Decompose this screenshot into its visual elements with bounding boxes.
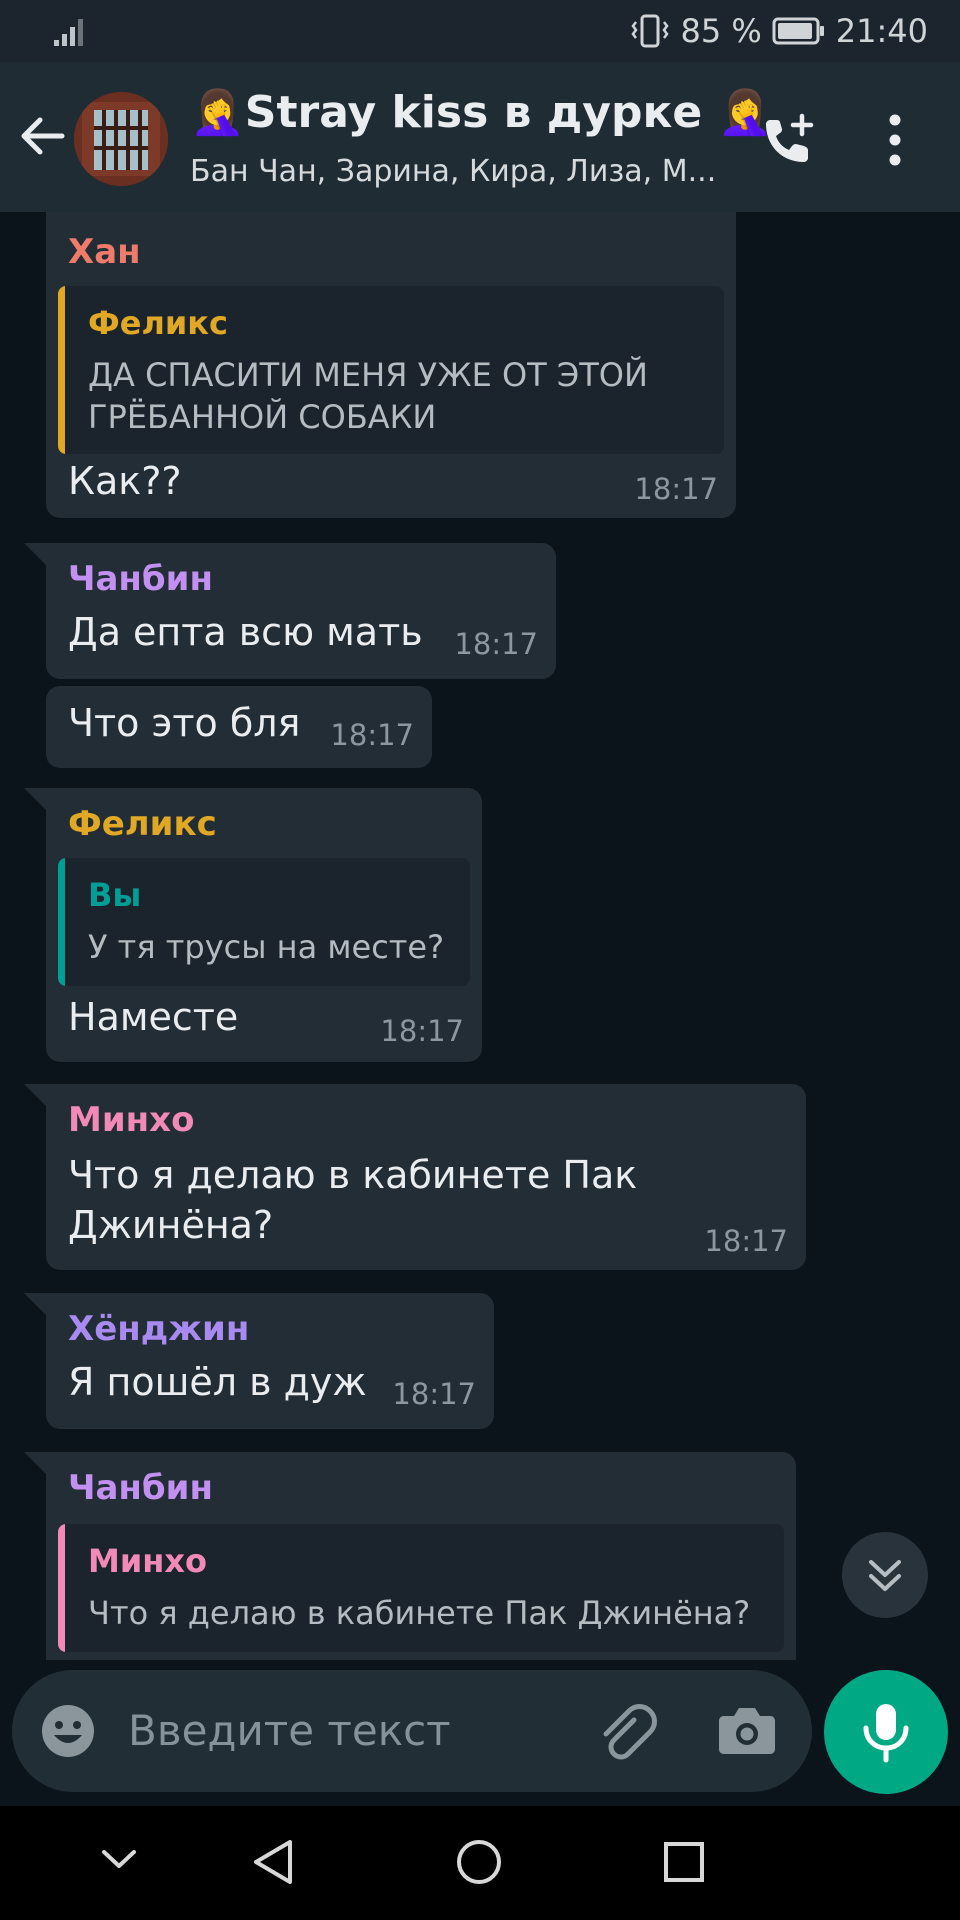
message-time: 18:17	[380, 1014, 464, 1048]
message-bubble[interactable]: Что это бля 18:17	[46, 686, 432, 768]
emoji-icon[interactable]	[40, 1703, 96, 1759]
quote-text-line: У тя трусы на месте?	[88, 928, 445, 966]
message-time: 18:17	[454, 627, 538, 661]
attach-icon[interactable]	[596, 1700, 660, 1764]
nav-recents-icon[interactable]	[662, 1840, 706, 1884]
quote-text-line: ДА СПАСИТИ МЕНЯ УЖЕ ОТ ЭТОЙ	[88, 356, 648, 394]
quote-bar	[58, 1524, 65, 1652]
battery-percent: 85 %	[680, 12, 762, 50]
quote-text-line: ГРЁБАННОЙ СОБАКИ	[88, 398, 437, 436]
quoted-message[interactable]: Феликс ДА СПАСИТИ МЕНЯ УЖЕ ОТ ЭТОЙ ГРЁБА…	[58, 286, 724, 454]
chat-header[interactable]: 🤦‍♀️Stray kiss в дурке 🤦‍♀️ Бан Чан, Зар…	[0, 62, 960, 212]
message-time: 18:17	[392, 1377, 476, 1411]
clock: 21:40	[835, 12, 928, 50]
message-text: Я пошёл в дуж	[68, 1360, 367, 1404]
sender-name: Чанбин	[68, 1468, 213, 1508]
scroll-to-bottom-button[interactable]	[842, 1532, 928, 1618]
sender-name: Феликс	[68, 804, 217, 844]
double-chevron-down-icon	[869, 1560, 901, 1591]
nav-down-icon[interactable]	[100, 1846, 138, 1874]
system-nav-bar	[0, 1806, 960, 1920]
message-bubble[interactable]: Чанбин Да епта всю мать 18:17	[24, 543, 556, 679]
quote-bar	[58, 858, 65, 986]
vibrate-icon	[631, 14, 670, 48]
message-text-line: Джинёна?	[68, 1203, 274, 1247]
group-avatar[interactable]	[74, 92, 168, 186]
voice-record-button[interactable]	[824, 1670, 948, 1794]
message-text: Наместе	[68, 995, 239, 1039]
message-input[interactable]: Введите текст	[128, 1706, 451, 1755]
nav-home-icon[interactable]	[455, 1838, 503, 1886]
message-list[interactable]: Хан Феликс ДА СПАСИТИ МЕНЯ УЖЕ ОТ ЭТОЙ Г…	[0, 212, 960, 1660]
message-text-line: Что я делаю в кабинете Пак	[68, 1153, 638, 1197]
message-bubble[interactable]: Чанбин Минхо Что я делаю в кабинете Пак …	[24, 1452, 796, 1660]
message-bubble[interactable]: Хан Феликс ДА СПАСИТИ МЕНЯ УЖЕ ОТ ЭТОЙ Г…	[46, 212, 736, 518]
message-time: 18:17	[330, 718, 414, 752]
status-bar: 85 % 21:40	[0, 0, 960, 62]
message-bubble[interactable]: Феликс Вы У тя трусы на месте? Наместе 1…	[24, 788, 482, 1062]
camera-icon[interactable]	[718, 1704, 776, 1756]
message-text: Да епта всю мать	[68, 610, 423, 654]
mic-icon	[863, 1704, 909, 1763]
add-call-icon[interactable]	[760, 112, 816, 168]
quoted-message[interactable]: Вы У тя трусы на месте?	[58, 858, 470, 986]
quote-sender: Феликс	[88, 304, 228, 342]
message-input-bar[interactable]: Введите текст	[12, 1670, 812, 1792]
message-bubble[interactable]: Минхо Что я делаю в кабинете Пак Джинёна…	[24, 1084, 806, 1270]
quote-text-line: Что я делаю в кабинете Пак Джинёна?	[88, 1594, 751, 1632]
message-time: 18:17	[634, 472, 718, 506]
quoted-message[interactable]: Минхо Что я делаю в кабинете Пак Джинёна…	[58, 1524, 784, 1652]
quote-sender: Вы	[88, 876, 142, 914]
chat-title[interactable]: 🤦‍♀️Stray kiss в дурке 🤦‍♀️	[190, 86, 772, 138]
sender-name: Минхо	[68, 1100, 195, 1140]
quote-sender: Минхо	[88, 1542, 207, 1580]
sender-name: Хёнджин	[68, 1309, 250, 1349]
message-bubble[interactable]: Хёнджин Я пошёл в дуж 18:17	[24, 1293, 494, 1429]
signal-icon	[54, 19, 83, 46]
nav-back-icon[interactable]	[250, 1838, 296, 1886]
message-time: 18:17	[704, 1224, 788, 1258]
battery-icon	[772, 17, 824, 45]
message-text: Как??	[68, 459, 182, 503]
chat-members[interactable]: Бан Чан, Зарина, Кира, Лиза, М...	[190, 154, 716, 189]
sender-name: Хан	[68, 232, 141, 272]
message-text: Что это бля	[68, 701, 301, 745]
quote-bar	[58, 286, 65, 454]
more-vert-icon[interactable]	[885, 114, 905, 166]
back-arrow-icon[interactable]	[18, 114, 66, 158]
sender-name: Чанбин	[68, 559, 213, 599]
